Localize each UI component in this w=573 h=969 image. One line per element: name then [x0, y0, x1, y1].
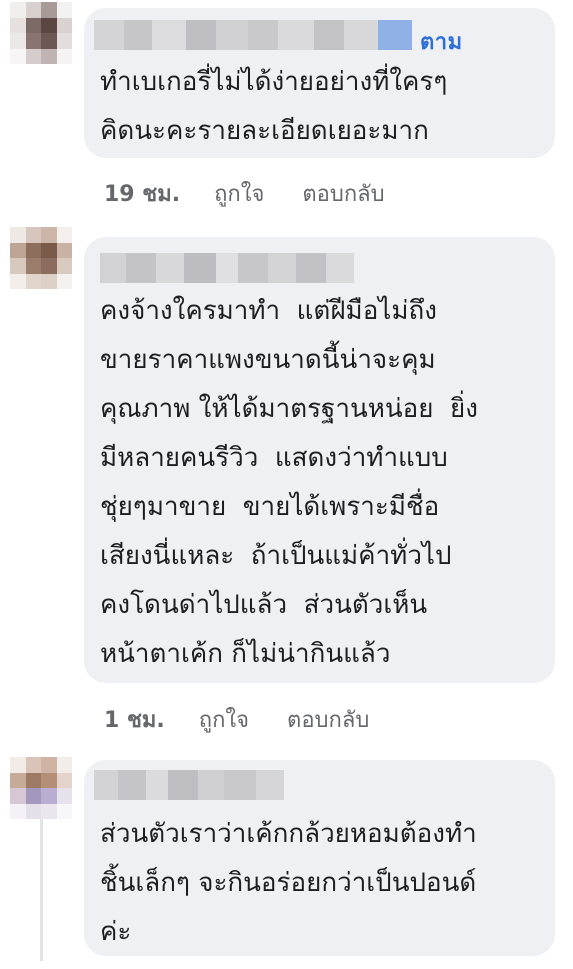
- commenter-name[interactable]: [94, 770, 284, 800]
- comment-bubble: คงจ้างใครมาทำ แต่ฝีมือไม่ถึง ขายราคาแพงข…: [84, 237, 555, 683]
- commenter-name[interactable]: [100, 253, 354, 283]
- comment-1: ตาม ทำเบเกอรี่ไม่ได้ง่ายอย่างที่ใครๆ คิด…: [0, 0, 573, 215]
- comment-2: คงจ้างใครมาทำ แต่ฝีมือไม่ถึง ขายราคาแพงข…: [0, 215, 573, 745]
- avatar[interactable]: [10, 757, 72, 819]
- comment-bubble: ส่วนตัวเราว่าเค้กกล้วยหอมต้องทำ ชิ้นเล็ก…: [84, 760, 555, 956]
- like-link[interactable]: ถูกใจ: [214, 176, 264, 211]
- comment-3: ส่วนตัวเราว่าเค้กกล้วยหอมต้องทำ ชิ้นเล็ก…: [0, 745, 573, 969]
- avatar[interactable]: [10, 227, 72, 289]
- comment-timestamp[interactable]: 1 ชม.: [104, 702, 165, 737]
- reply-link[interactable]: ตอบกลับ: [287, 702, 369, 737]
- like-link[interactable]: ถูกใจ: [199, 702, 249, 737]
- comment-text: ทำเบเกอรี่ไม่ได้ง่ายอย่างที่ใครๆ คิดนะคะ…: [100, 67, 448, 146]
- comment-actions: 19 ชม. ถูกใจ ตอบกลับ: [104, 176, 385, 211]
- thread-line: [40, 811, 43, 961]
- follow-link[interactable]: ตาม: [420, 24, 463, 59]
- comment-text: ส่วนตัวเราว่าเค้กกล้วยหอมต้องทำ ชิ้นเล็ก…: [100, 819, 477, 947]
- avatar[interactable]: [10, 2, 72, 64]
- comment-timestamp[interactable]: 19 ชม.: [104, 176, 180, 211]
- comment-actions: 1 ชม. ถูกใจ ตอบกลับ: [104, 702, 369, 737]
- comment-bubble: ตาม ทำเบเกอรี่ไม่ได้ง่ายอย่างที่ใครๆ คิด…: [84, 8, 555, 158]
- comment-text: คงจ้างใครมาทำ แต่ฝีมือไม่ถึง ขายราคาแพงข…: [100, 296, 478, 669]
- commenter-name[interactable]: [94, 20, 412, 50]
- reply-link[interactable]: ตอบกลับ: [302, 176, 384, 211]
